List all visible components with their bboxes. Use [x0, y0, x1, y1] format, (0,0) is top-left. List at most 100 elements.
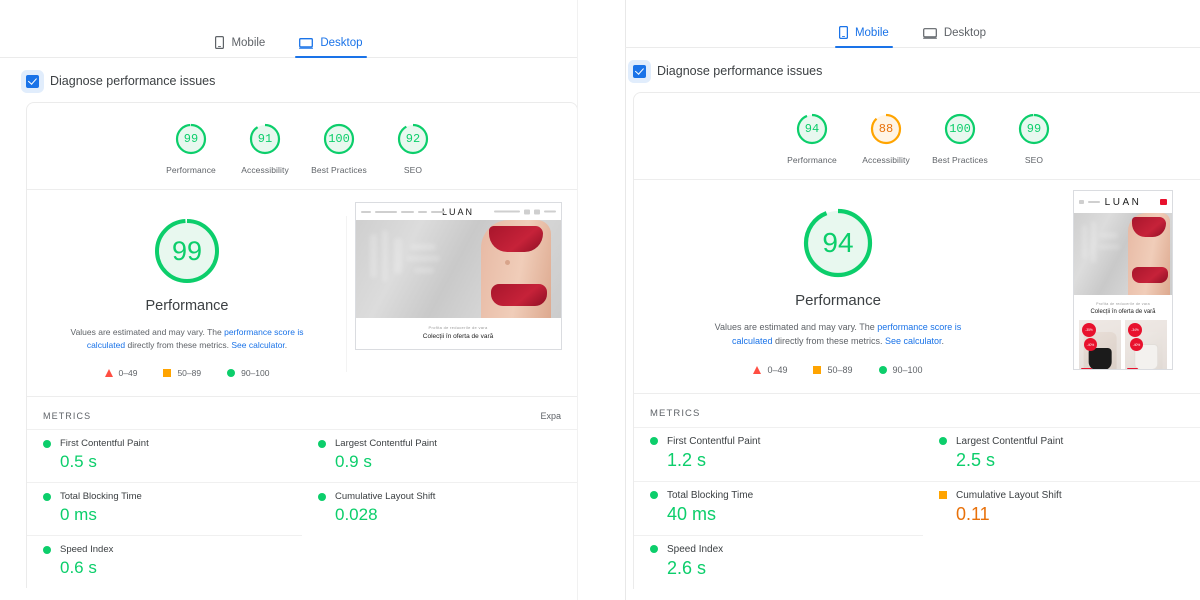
metric-name-lcp-right: Largest Contentful Paint — [956, 436, 1063, 447]
gauge-ring-accessibility-right: 88 — [868, 111, 904, 147]
device-tab-bar-right: Mobile Desktop — [625, 0, 1200, 48]
tab-mobile-label-left: Mobile — [231, 37, 265, 49]
performance-score-block-left: 99 Performance Values are estimated and … — [27, 190, 347, 396]
legend-good-label-left: 90–100 — [241, 368, 269, 378]
score-note-text-1-left: Values are estimated and may vary. The — [71, 327, 225, 337]
metrics-header-left: METRICS Expa — [27, 396, 577, 429]
metrics-column-2-left: Largest Contentful Paint 0.9 s Cumulativ… — [302, 429, 577, 588]
metric-value-cls-left: 0.028 — [318, 505, 561, 525]
metric-speed-index-right[interactable]: Speed Index 2.6 s — [634, 535, 923, 589]
see-calculator-link-right[interactable]: See calculator — [885, 336, 942, 346]
score-note-text-1-right: Values are estimated and may vary. The — [715, 322, 878, 332]
gauge-label-best-practices-left: Best Practices — [302, 165, 376, 175]
gauge-seo-right[interactable]: 99 SEO — [997, 111, 1071, 165]
metric-value-lcp-right: 2.5 s — [939, 450, 1196, 471]
metric-largest-contentful-paint-left[interactable]: Largest Contentful Paint 0.9 s — [302, 429, 577, 482]
metric-total-blocking-time-right[interactable]: Total Blocking Time 40 ms — [634, 481, 923, 535]
screenshot-menu-mobile — [1079, 200, 1100, 204]
metric-name-lcp-left: Largest Contentful Paint — [335, 438, 437, 449]
metric-value-fcp-left: 0.5 s — [43, 452, 286, 472]
screenshot-product-grid-mobile: -35% -40% NEW -34% -40% NEW — [1074, 315, 1172, 370]
diagnose-checkbox-right[interactable] — [633, 65, 646, 78]
screenshot-hero-desktop — [356, 220, 561, 318]
metric-name-tbt-left: Total Blocking Time — [60, 491, 142, 502]
metric-value-tbt-left: 0 ms — [43, 505, 286, 525]
status-dot-good-icon — [939, 437, 947, 445]
tab-desktop-left[interactable]: Desktop — [295, 31, 366, 57]
gauge-accessibility-right[interactable]: 88 Accessibility — [849, 111, 923, 165]
metrics-grid-left: First Contentful Paint 0.5 s Total Block… — [27, 429, 577, 588]
screenshot-model-mobile — [1126, 213, 1172, 295]
performance-gauge-large-right: 94 — [801, 206, 875, 280]
tab-mobile-label-right: Mobile — [855, 27, 889, 39]
site-screenshot-desktop[interactable]: LUAN — [355, 202, 562, 350]
screenshot-column-right: LUAN — [1042, 180, 1200, 393]
legend-good-right: 90–100 — [879, 365, 923, 375]
metric-cumulative-layout-shift-left[interactable]: Cumulative Layout Shift 0.028 — [302, 482, 577, 535]
screenshot-nav-right — [494, 209, 556, 214]
legend-average-left: 50–89 — [163, 368, 201, 378]
tab-mobile-right[interactable]: Mobile — [835, 20, 893, 47]
metric-name-cls-left: Cumulative Layout Shift — [335, 491, 435, 502]
expand-view-link-left[interactable]: Expa — [540, 411, 561, 421]
gauge-performance-left[interactable]: 99 Performance — [154, 121, 228, 175]
score-note-text-2-left: directly from these metrics. — [125, 340, 231, 350]
tab-mobile-left[interactable]: Mobile — [211, 30, 269, 57]
performance-score-title-right: Performance — [644, 292, 1032, 309]
gauge-best-practices-left[interactable]: 100 Best Practices — [302, 121, 376, 175]
status-dot-good-icon — [43, 546, 51, 554]
gauge-label-accessibility-right: Accessibility — [849, 155, 923, 165]
legend-good-label-right: 90–100 — [893, 365, 923, 375]
legend-average-label-right: 50–89 — [827, 365, 852, 375]
tab-desktop-label-right: Desktop — [944, 27, 986, 39]
metric-name-fcp-right: First Contentful Paint — [667, 436, 760, 447]
metrics-header-right: METRICS — [634, 393, 1200, 427]
status-square-average-icon — [939, 491, 947, 499]
gauge-seo-left[interactable]: 92 SEO — [376, 121, 450, 175]
performance-score-value-left: 99 — [152, 216, 222, 286]
square-average-icon — [813, 366, 821, 374]
gauge-best-practices-right[interactable]: 100 Best Practices — [923, 111, 997, 165]
gauge-value-best-practices-right: 100 — [942, 111, 978, 147]
metrics-column-1-right: First Contentful Paint 1.2 s Total Block… — [634, 427, 923, 589]
gauge-ring-accessibility-left: 91 — [247, 121, 283, 157]
category-gauges-left: 99 Performance 91 Accessibility — [27, 103, 577, 190]
gauge-ring-best-practices-right: 100 — [942, 111, 978, 147]
metric-total-blocking-time-left[interactable]: Total Blocking Time 0 ms — [27, 482, 302, 535]
screenshot-column-left: LUAN — [347, 190, 577, 396]
metrics-title-right: METRICS — [650, 408, 700, 419]
metric-name-tbt-right: Total Blocking Time — [667, 490, 753, 501]
gauge-ring-performance-right: 94 — [794, 111, 830, 147]
metrics-column-2-right: Largest Contentful Paint 2.5 s Cumulativ… — [923, 427, 1200, 589]
gauge-accessibility-left[interactable]: 91 Accessibility — [228, 121, 302, 175]
metric-speed-index-left[interactable]: Speed Index 0.6 s — [27, 535, 302, 588]
screenshot-brand-desktop: LUAN — [442, 207, 474, 217]
metric-value-cls-right: 0.11 — [939, 504, 1196, 525]
diagnose-checkbox-left[interactable] — [26, 75, 39, 88]
gauge-ring-seo-right: 99 — [1016, 111, 1052, 147]
metric-cumulative-layout-shift-right[interactable]: Cumulative Layout Shift 0.11 — [923, 481, 1200, 535]
diagnose-row-right[interactable]: Diagnose performance issues — [625, 48, 1200, 92]
status-dot-good-icon — [650, 545, 658, 553]
gauge-ring-best-practices-left: 100 — [321, 121, 357, 157]
metric-value-si-right: 2.6 s — [650, 558, 907, 579]
tab-desktop-right[interactable]: Desktop — [919, 21, 990, 47]
metric-first-contentful-paint-left[interactable]: First Contentful Paint 0.5 s — [27, 429, 302, 482]
circle-good-icon — [227, 369, 235, 377]
product-badge-3: -34% — [1128, 323, 1142, 337]
screenshot-site-header: LUAN — [356, 203, 561, 220]
gauge-performance-right[interactable]: 94 Performance — [775, 111, 849, 165]
metric-first-contentful-paint-right[interactable]: First Contentful Paint 1.2 s — [634, 427, 923, 481]
gauge-value-performance-left: 99 — [173, 121, 209, 157]
see-calculator-link-left[interactable]: See calculator — [231, 340, 284, 350]
screenshot-caption-small-mobile: Profita de reducerile de vara — [1074, 302, 1172, 306]
metric-value-lcp-left: 0.9 s — [318, 452, 561, 472]
circle-good-icon — [879, 366, 887, 374]
metric-name-si-left: Speed Index — [60, 544, 113, 555]
square-average-icon — [163, 369, 171, 377]
diagnose-row-left[interactable]: Diagnose performance issues — [0, 58, 578, 102]
triangle-poor-icon — [105, 369, 113, 377]
site-screenshot-mobile[interactable]: LUAN — [1073, 190, 1173, 370]
metric-name-cls-right: Cumulative Layout Shift — [956, 490, 1062, 501]
metric-largest-contentful-paint-right[interactable]: Largest Contentful Paint 2.5 s — [923, 427, 1200, 481]
